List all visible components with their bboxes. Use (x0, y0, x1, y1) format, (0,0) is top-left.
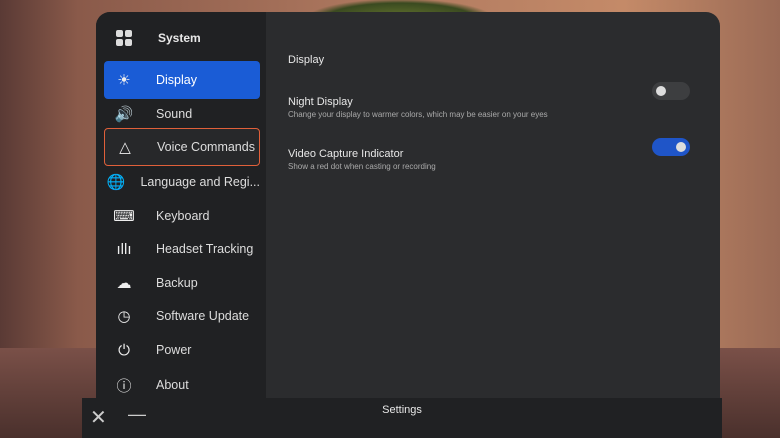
sidebar-item-headset-tracking[interactable]: ıllı Headset Tracking (104, 230, 260, 268)
night-display-toggle[interactable] (652, 82, 690, 100)
sidebar-item-label: Power (156, 343, 192, 357)
sidebar-item-display[interactable]: ☀ Display (104, 61, 260, 99)
sidebar-item-label: Language and Regi... (140, 175, 260, 189)
sidebar-item-label: About (156, 378, 189, 392)
sidebar-item-label: Software Update (156, 309, 250, 323)
bottom-bar: ✕ — Settings (82, 398, 722, 438)
video-capture-subtitle: Show a red dot when casting or recording (288, 162, 436, 171)
sidebar-item-power[interactable]: ⏻ Power (104, 331, 260, 369)
sidebar: System ☀ Display 🔊 Sound △ Voice Commands 🌐 Lan… (96, 12, 266, 414)
sidebar-item-label: Headset Tracking (156, 242, 254, 256)
video-capture-title: Video Capture Indicator (288, 148, 404, 160)
globe-icon: 🌐 (106, 174, 126, 191)
cloud-icon: ☁ (116, 275, 132, 292)
system-header: System (116, 30, 201, 46)
speaker-icon: 🔊 (114, 106, 134, 123)
sun-icon: ☀ (117, 72, 131, 89)
bottom-title: Settings (382, 404, 422, 416)
apps-grid-icon (116, 30, 132, 46)
content-area: Display Night Display Change your displa… (266, 12, 720, 414)
voice-triangle-icon: △ (119, 139, 131, 156)
sidebar-item-label: Sound (156, 107, 193, 121)
sidebar-item-language-and-regi[interactable]: 🌐 Language and Regi... (104, 163, 260, 201)
sidebar-item-voice-commands[interactable]: △ Voice Commands (104, 128, 260, 166)
video-capture-toggle[interactable] (652, 138, 690, 156)
system-title: System (158, 31, 201, 45)
night-display-title: Night Display (288, 96, 353, 108)
sidebar-item-label: Voice Commands (157, 140, 255, 154)
section-heading: Display (288, 54, 325, 66)
sidebar-item-label: Backup (156, 276, 198, 290)
sidebar-item-label: Display (156, 73, 197, 87)
info-icon: ⓘ (116, 377, 132, 395)
sidebar-item-software-update[interactable]: ◷ Software Update (104, 297, 260, 335)
night-display-subtitle: Change your display to warmer colors, wh… (288, 110, 548, 119)
settings-panel: System ☀ Display 🔊 Sound △ Voice Commands 🌐 Lan… (96, 12, 720, 414)
sidebar-item-label: Keyboard (156, 209, 210, 223)
power-icon: ⏻ (118, 341, 130, 359)
tracking-wave-icon: ıllı (116, 240, 132, 258)
update-clock-icon: ◷ (117, 308, 131, 325)
keyboard-icon: ⌨ (113, 208, 135, 225)
